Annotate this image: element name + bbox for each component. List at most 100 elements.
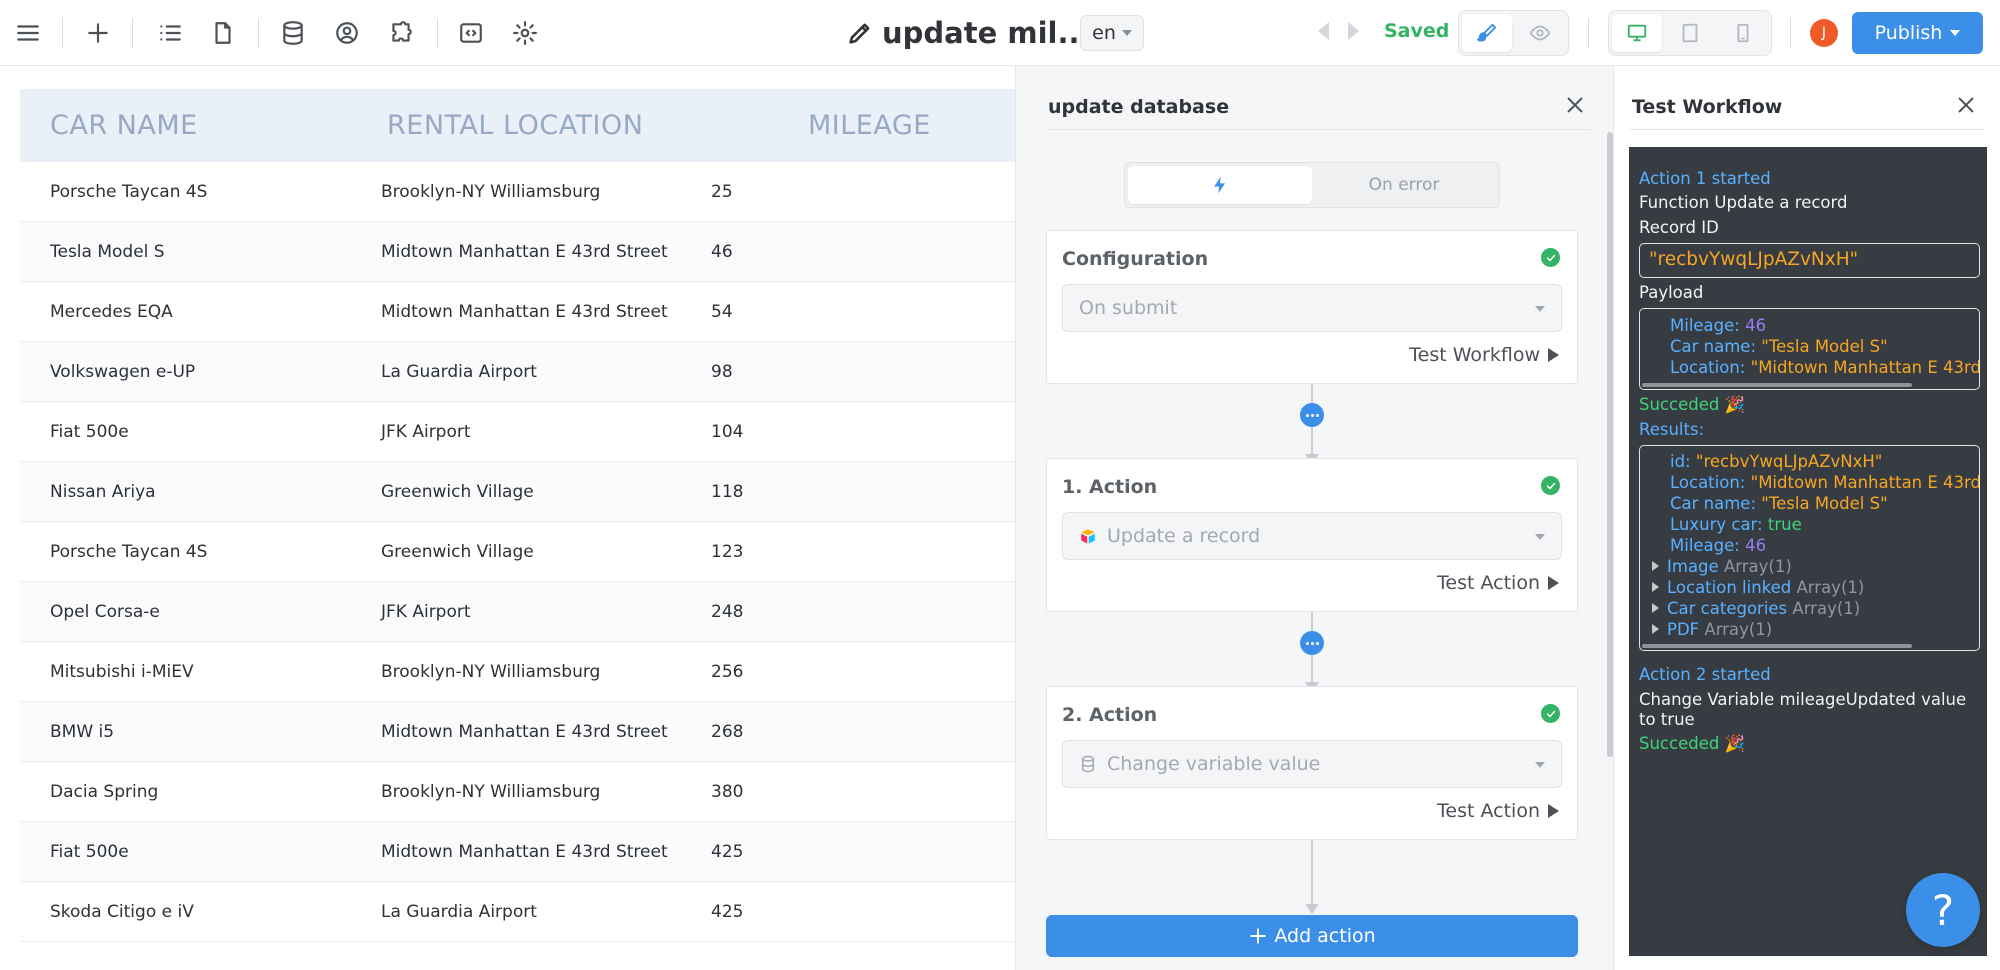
- cell-mileage: 123: [711, 541, 744, 562]
- expand-triangle-icon: [1652, 624, 1659, 634]
- cell-mileage: 54: [711, 301, 733, 322]
- table-row[interactable]: Skoda Citigo e iV La Guardia Airport 425: [20, 882, 1015, 942]
- edit-mode-button[interactable]: [1462, 14, 1512, 52]
- trigger-select[interactable]: On submit: [1062, 284, 1562, 332]
- cell-rental-location: Brooklyn-NY Williamsburg: [381, 781, 601, 802]
- cell-rental-location: La Guardia Airport: [381, 361, 537, 382]
- column-header-rental-location[interactable]: RENTAL LOCATION: [387, 110, 643, 141]
- table-row[interactable]: Mercedes EQA Midtown Manhattan E 43rd Str…: [20, 282, 1015, 342]
- test-action-2-button[interactable]: Test Action: [1437, 800, 1559, 822]
- cell-mileage: 46: [711, 241, 733, 262]
- check-circle-icon: [1541, 248, 1560, 267]
- list-icon[interactable]: [150, 13, 190, 53]
- action-2-select[interactable]: Change variable value: [1062, 740, 1562, 788]
- toolbar-divider: [132, 18, 133, 48]
- cell-car-name: Skoda Citigo e iV: [50, 901, 194, 922]
- action-1-select[interactable]: Update a record: [1062, 512, 1562, 560]
- table-row[interactable]: Porsche Taycan 4S Brooklyn-NY Williamsbur…: [20, 162, 1015, 222]
- connector-line: [1311, 840, 1313, 912]
- close-workflow-button[interactable]: [1564, 94, 1588, 118]
- close-test-panel-button[interactable]: [1955, 94, 1977, 120]
- cell-rental-location: JFK Airport: [381, 601, 471, 622]
- action-2-started: Action 2 started: [1639, 665, 1771, 684]
- action-1-started: Action 1 started: [1639, 169, 1771, 188]
- page-title-area[interactable]: update mil...: [846, 12, 1091, 54]
- toolbar-divider: [258, 18, 259, 48]
- cell-car-name: Nissan Ariya: [50, 481, 156, 502]
- cell-rental-location: JFK Airport: [381, 421, 471, 442]
- result-pdf-expander[interactable]: PDF Array(1): [1652, 620, 1772, 639]
- test-workflow-button[interactable]: Test Workflow: [1409, 344, 1559, 366]
- database-icon[interactable]: [273, 13, 313, 53]
- action-2-card: 2. Action Change variable value Test Act…: [1046, 686, 1578, 840]
- table-row[interactable]: Nissan Ariya Greenwich Village 118: [20, 462, 1015, 522]
- action-2-value: Change variable value: [1107, 753, 1321, 775]
- toolbar-divider: [1588, 18, 1589, 48]
- settings-gear-icon[interactable]: [505, 13, 545, 53]
- add-icon[interactable]: [78, 13, 118, 53]
- horizontal-scrollbar[interactable]: [1642, 644, 1912, 648]
- plugin-icon[interactable]: [381, 13, 421, 53]
- action-1-value: Update a record: [1107, 525, 1261, 547]
- page-title: update mil...: [882, 16, 1091, 50]
- publish-button[interactable]: Publish: [1852, 12, 1983, 54]
- mobile-view-button[interactable]: [1718, 14, 1768, 52]
- divider: [1630, 129, 1984, 130]
- cell-rental-location: Midtown Manhattan E 43rd Street: [381, 841, 668, 862]
- code-icon[interactable]: [451, 13, 491, 53]
- payload-mileage: Mileage: 46: [1670, 316, 1767, 335]
- user-circle-icon[interactable]: [327, 13, 367, 53]
- menu-icon[interactable]: [8, 13, 48, 53]
- test-console: Action 1 started Function Update a recor…: [1629, 147, 1987, 956]
- insert-step-button[interactable]: [1300, 631, 1324, 655]
- action-1-card: 1. Action Update a record Test Action: [1046, 458, 1578, 612]
- result-car-categories-expander[interactable]: Car categories Array(1): [1652, 599, 1860, 618]
- record-id-label: Record ID: [1639, 218, 1719, 237]
- insert-step-button[interactable]: [1300, 403, 1324, 427]
- action-2-line-2: to true: [1639, 710, 1695, 729]
- device-toggle: [1608, 10, 1772, 56]
- page-icon[interactable]: [203, 13, 243, 53]
- table-row[interactable]: Mitsubishi i-MiEV Brooklyn-NY Williamsbur…: [20, 642, 1015, 702]
- table-row[interactable]: Opel Corsa-e JFK Airport 248: [20, 582, 1015, 642]
- table-row[interactable]: Tesla Model S Midtown Manhattan E 43rd St…: [20, 222, 1015, 282]
- help-button[interactable]: ?: [1906, 873, 1980, 947]
- table-row[interactable]: Fiat 500e JFK Airport 104: [20, 402, 1015, 462]
- undo-arrow-icon[interactable]: [1318, 22, 1329, 40]
- cell-rental-location: Midtown Manhattan E 43rd Street: [381, 241, 668, 262]
- preview-mode-button[interactable]: [1515, 14, 1565, 52]
- column-header-car-name[interactable]: CAR NAME: [50, 110, 198, 141]
- close-icon: [1567, 97, 1583, 113]
- action-1-title: 1. Action: [1062, 476, 1158, 498]
- results-label: Results:: [1639, 420, 1705, 439]
- cell-rental-location: Midtown Manhattan E 43rd Street: [381, 721, 668, 742]
- test-action-1-button[interactable]: Test Action: [1437, 572, 1559, 594]
- result-image-expander[interactable]: Image Array(1): [1652, 557, 1792, 576]
- horizontal-scrollbar[interactable]: [1642, 383, 1912, 387]
- table-row[interactable]: Porsche Taycan 4S Greenwich Village 123: [20, 522, 1015, 582]
- add-action-button[interactable]: Add action: [1046, 915, 1578, 957]
- tab-on-error[interactable]: On error: [1312, 166, 1496, 204]
- column-header-mileage[interactable]: MILEAGE: [808, 110, 931, 141]
- play-icon: [1548, 576, 1559, 590]
- redo-arrow-icon[interactable]: [1348, 22, 1359, 40]
- play-icon: [1548, 348, 1559, 362]
- check-circle-icon: [1541, 704, 1560, 723]
- tablet-icon: [1682, 23, 1698, 43]
- tablet-view-button[interactable]: [1665, 14, 1715, 52]
- cell-mileage: 25: [711, 181, 733, 202]
- result-location-linked-expander[interactable]: Location linked Array(1): [1652, 578, 1864, 597]
- user-avatar[interactable]: J: [1810, 19, 1838, 47]
- language-select[interactable]: en: [1080, 15, 1144, 51]
- chevron-down-icon: [1535, 762, 1545, 768]
- desktop-view-button[interactable]: [1612, 14, 1662, 52]
- table-row[interactable]: BMW i5 Midtown Manhattan E 43rd Street 268: [20, 702, 1015, 762]
- cell-rental-location: Brooklyn-NY Williamsburg: [381, 181, 601, 202]
- table-row[interactable]: Volkswagen e-UP La Guardia Airport 98: [20, 342, 1015, 402]
- table-row[interactable]: Dacia Spring Brooklyn-NY Williamsburg 380: [20, 762, 1015, 822]
- cell-car-name: Fiat 500e: [50, 841, 129, 862]
- result-id: id: "recbvYwqLJpAZvNxH": [1670, 452, 1883, 471]
- table-row[interactable]: Fiat 500e Midtown Manhattan E 43rd Street…: [20, 822, 1015, 882]
- tab-main-flow[interactable]: [1128, 166, 1312, 204]
- test-workflow-title: Test Workflow: [1632, 96, 1783, 118]
